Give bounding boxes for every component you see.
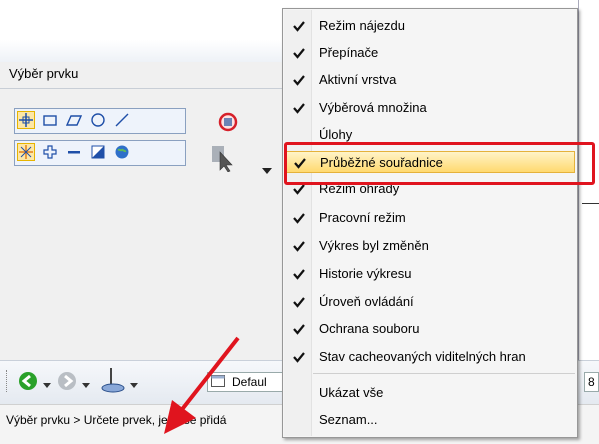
no-select-icon [218,112,238,132]
tool-row-2 [14,140,186,166]
polygon-select-tool[interactable] [65,111,83,129]
menu-item-label: Výkres byl změněn [319,238,429,253]
annotation-arrow-icon [164,336,240,434]
checkmark-icon [290,44,308,62]
checkmark-icon [290,293,308,311]
menu-item[interactable]: Přepínače [285,42,575,64]
checkmark-icon [290,17,308,35]
menu-item-label: Historie výkresu [319,266,412,281]
add-tool[interactable] [41,143,59,161]
checkmark-icon [290,348,308,366]
menu-item[interactable]: Aktivní vrstva [285,69,575,91]
panel-title: Výběr prvku [9,66,79,81]
triangle-down-icon [43,383,51,388]
checkmark-icon [290,209,308,227]
pen-tool-icon [101,368,125,393]
menu-item-show-all[interactable]: Ukázat vše [285,382,575,404]
select-element-tool[interactable] [17,111,35,129]
checkmark-icon [290,71,308,89]
menu-item-label: Úlohy [319,127,353,142]
menu-item[interactable]: Stav cacheovaných viditelných hran [285,346,575,368]
back-arrow-icon [19,372,37,390]
rectangle-icon [43,115,57,126]
crosshair-select-icon [19,113,33,127]
line-select-tool[interactable] [113,111,131,129]
subtract-tool[interactable] [65,143,83,161]
global-tool[interactable] [113,143,131,161]
drawing-line [582,203,599,204]
status-bar-context-menu: Režim nájezdu Přepínače Aktivní vrstva Výbě… [282,8,578,438]
parallelogram-icon [66,115,82,126]
triangle-down-icon [82,383,90,388]
menu-item-label: Režim nájezdu [319,18,405,33]
menu-item[interactable]: Výkres byl změněn [285,235,575,257]
menu-item-label: Ukázat vše [319,385,384,400]
menu-item-list[interactable]: Seznam... [285,409,575,431]
checkmark-icon [290,99,308,117]
menu-item-label: Ochrana souboru [319,321,420,336]
panel-divider [0,88,285,89]
level-tool-button[interactable] [99,366,127,397]
annotation-highlight-box [284,142,595,185]
invert-tool[interactable] [89,143,107,161]
pointer-tool-button[interactable] [212,146,238,175]
menu-item-label: Stav cacheovaných viditelných hran [319,349,526,364]
forward-button[interactable] [57,371,77,394]
menu-item-label: Seznam... [319,412,378,427]
back-button[interactable] [18,371,38,394]
toolbar-grip [6,370,9,392]
checkmark-icon [290,265,308,283]
number-field[interactable]: 8 [584,372,599,392]
circle-icon [91,113,105,127]
menu-item-label: Úroveň ovládání [319,294,414,309]
checkmark-icon [290,237,308,255]
clear-selection-button[interactable] [218,112,238,135]
globe-icon [115,145,129,159]
menu-item-label: Pracovní režim [319,210,406,225]
forward-history-dropdown[interactable] [82,378,90,392]
level-tool-dropdown[interactable] [130,378,138,392]
menu-item-label: Aktivní vrstva [319,72,397,87]
menu-item[interactable]: Režim nájezdu [285,15,575,37]
half-square-icon [91,145,105,159]
menu-item[interactable]: Úroveň ovládání [285,291,575,313]
minus-icon [68,151,80,154]
cursor-icon [212,146,233,173]
sparkle-icon [19,145,33,159]
menu-separator [313,373,575,374]
forward-arrow-icon [58,372,76,390]
number-field-value: 8 [588,375,595,389]
triangle-down-icon [262,168,272,174]
line-icon [115,113,129,127]
triangle-down-icon [130,383,138,388]
circle-select-tool[interactable] [89,111,107,129]
add-mode-tool[interactable] [17,143,35,161]
back-history-dropdown[interactable] [43,378,51,392]
menu-item[interactable]: Pracovní režim [285,207,575,229]
menu-item[interactable]: Výběrová množina [285,97,575,119]
menu-item[interactable]: Historie výkresu [285,263,575,285]
menu-item-label: Přepínače [319,45,379,60]
menu-item[interactable]: Ochrana souboru [285,318,575,340]
rectangle-select-tool[interactable] [41,111,59,129]
tool-row-1 [14,108,186,134]
checkmark-icon [290,320,308,338]
menu-item-label: Výběrová množina [319,100,427,115]
plus-icon [43,145,57,159]
toolbar-dropdown-arrow[interactable] [262,164,272,178]
